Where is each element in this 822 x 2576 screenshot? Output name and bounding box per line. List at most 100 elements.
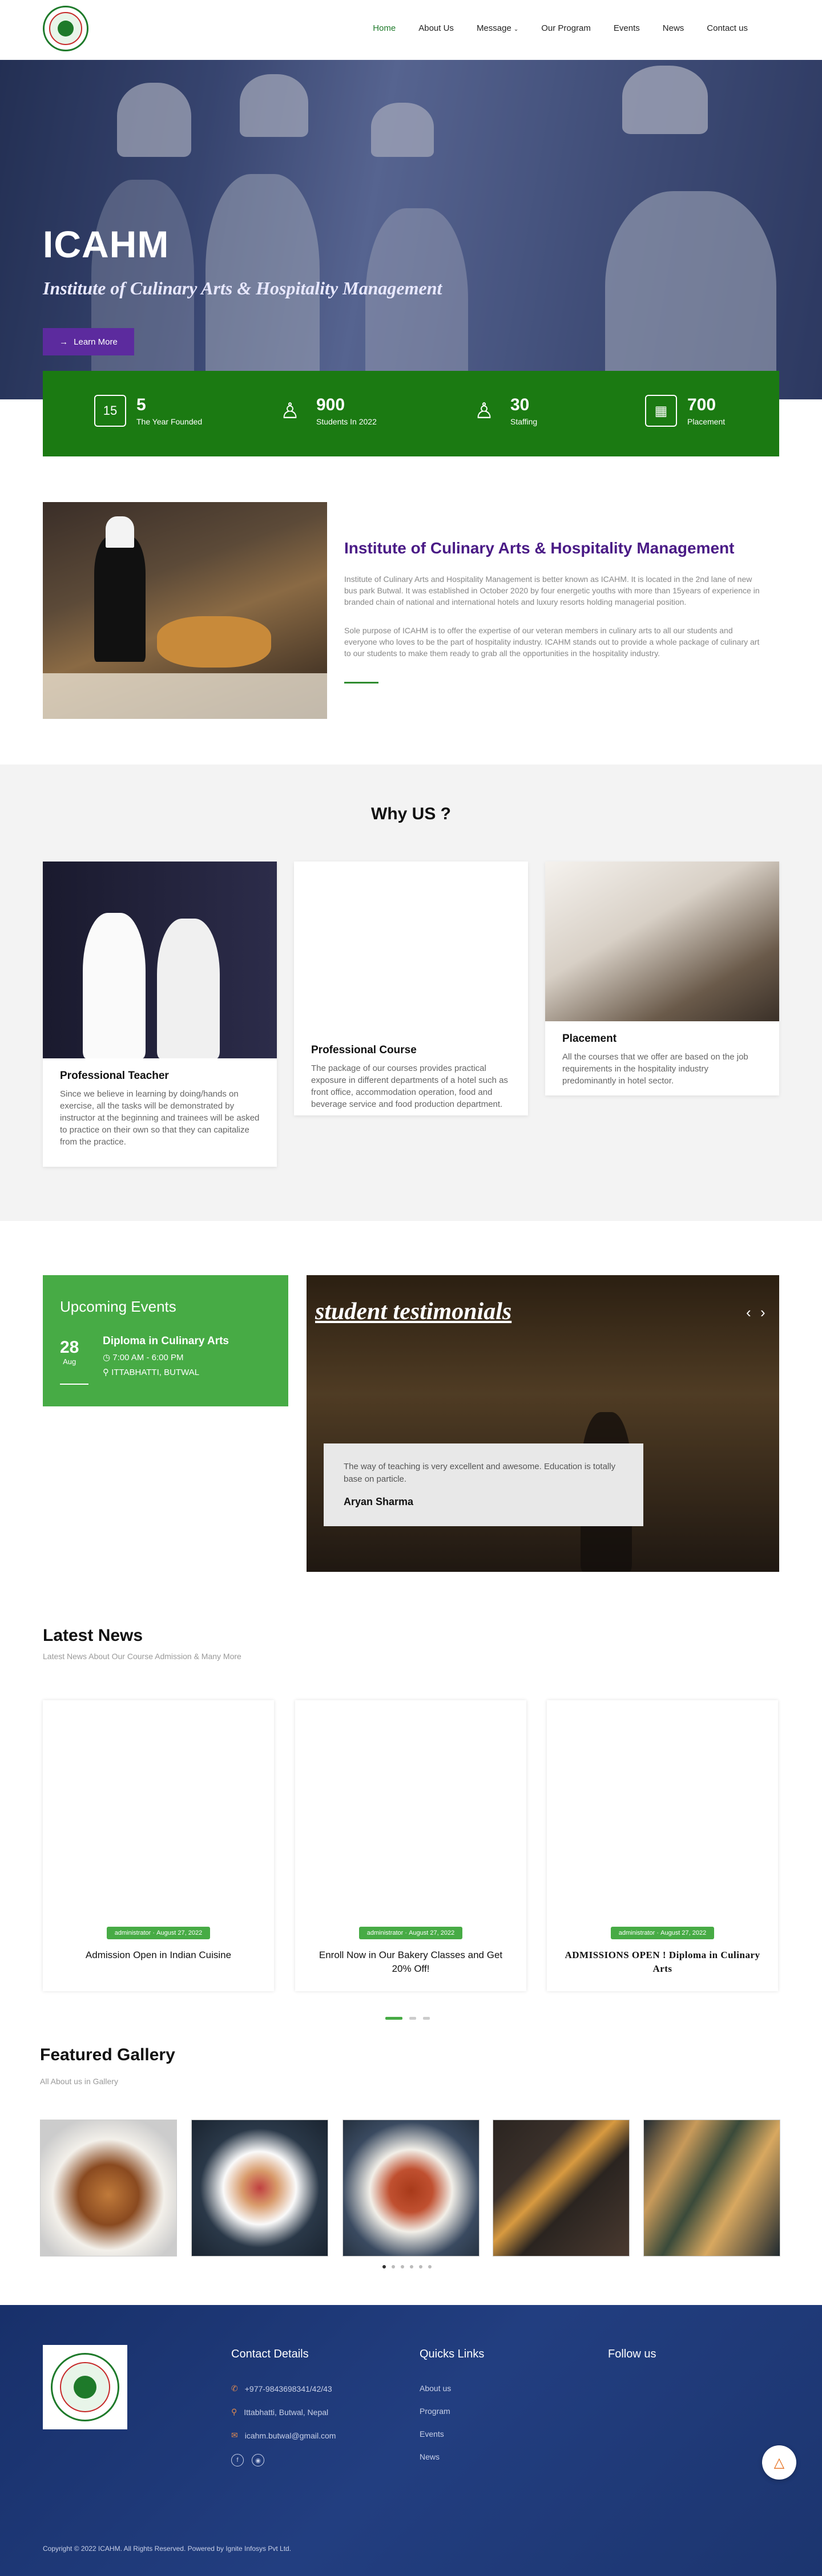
chevron-right-icon[interactable]: › bbox=[760, 1304, 765, 1321]
footer-logo-emblem bbox=[51, 2353, 119, 2421]
nav-home[interactable]: Home bbox=[361, 23, 407, 33]
scroll-to-top-button[interactable]: △ bbox=[762, 2445, 796, 2480]
map-pin-icon: ⚲ bbox=[103, 1368, 112, 1377]
nav-events[interactable]: Events bbox=[602, 23, 651, 33]
footer-link-about[interactable]: About us bbox=[420, 2384, 484, 2393]
news-pagination bbox=[385, 2017, 430, 2020]
news-meta-badge: administrator · August 27, 2022 bbox=[106, 1927, 211, 1939]
testimonial-card: The way of teaching is very excellent an… bbox=[324, 1443, 643, 1526]
pagination-dot[interactable] bbox=[428, 2265, 432, 2268]
staff-icon: ♙ bbox=[474, 399, 494, 423]
event-month: Aug bbox=[63, 1357, 76, 1366]
gallery-pagination bbox=[382, 2265, 432, 2268]
map-pin-icon: ⚲ bbox=[231, 2407, 237, 2416]
testimonial-heading: student testimonials bbox=[315, 1299, 512, 1325]
gallery-image[interactable] bbox=[342, 2120, 480, 2256]
gallery-image[interactable] bbox=[191, 2120, 328, 2256]
pagination-dot[interactable] bbox=[423, 2017, 430, 2020]
pagination-dot[interactable] bbox=[410, 2265, 413, 2268]
news-author: administrator bbox=[366, 1930, 404, 1936]
instagram-icon[interactable]: ◉ bbox=[252, 2454, 264, 2466]
news-section: Latest News Latest News About Our Course… bbox=[0, 1626, 822, 2031]
footer-quick-links: Quicks Links About us Program Events New… bbox=[420, 2348, 484, 2475]
photo-chef-figure bbox=[94, 536, 146, 662]
footer-heading: Contact Details bbox=[231, 2348, 309, 2360]
students-icon: ♙ bbox=[280, 399, 300, 423]
hero-title: ICAHM bbox=[43, 223, 170, 265]
news-title[interactable]: Enroll Now in Our Bakery Classes and Get… bbox=[309, 1948, 512, 1976]
stat-staffing: ♙ 30 Staffing bbox=[468, 395, 537, 427]
facebook-icon[interactable]: f bbox=[231, 2454, 244, 2466]
stat-placement: ▦ 700 Placement bbox=[645, 395, 725, 427]
upcoming-events: Upcoming Events 28 Aug Diploma in Culinar… bbox=[43, 1275, 288, 1406]
gallery-image[interactable] bbox=[493, 2120, 630, 2256]
news-title[interactable]: Admission Open in Indian Cuisine bbox=[57, 1948, 260, 1962]
nav-news[interactable]: News bbox=[651, 23, 696, 33]
gallery-image[interactable] bbox=[643, 2120, 780, 2256]
event-time: ◷ 7:00 AM - 6:00 PM bbox=[103, 1352, 229, 1362]
footer-phone[interactable]: ✆ +977-9843698341/42/43 bbox=[231, 2384, 336, 2393]
section-title: Why US ? bbox=[371, 804, 451, 823]
why-card: Placement All the courses that we offer … bbox=[545, 862, 779, 1095]
about-paragraph-1: Institute of Culinary Arts and Hospitali… bbox=[344, 575, 760, 606]
news-title[interactable]: ADMISSIONS OPEN ! Diploma in Culinary Ar… bbox=[561, 1948, 764, 1976]
arrow-up-icon: △ bbox=[773, 2454, 785, 2470]
news-card[interactable]: administrator · August 27, 2022 Admissio… bbox=[43, 1700, 274, 1991]
stat-number: 30 bbox=[510, 395, 530, 414]
footer-phone-text: +977-9843698341/42/43 bbox=[244, 2384, 332, 2393]
footer-email[interactable]: ✉ icahm.butwal@gmail.com bbox=[231, 2431, 336, 2440]
news-card[interactable]: administrator · August 27, 2022 ADMISSIO… bbox=[547, 1700, 778, 1991]
card-text: Since we believe in learning by doing/ha… bbox=[60, 1089, 260, 1147]
nav-program[interactable]: Our Program bbox=[530, 23, 602, 33]
why-card: Professional Teacher Since we believe in… bbox=[43, 862, 277, 1167]
nav-contact[interactable]: Contact us bbox=[695, 23, 759, 33]
event-info[interactable]: Diploma in Culinary Arts ◷ 7:00 AM - 6:0… bbox=[103, 1335, 229, 1377]
about-section: Institute of Culinary Arts & Hospitality… bbox=[0, 502, 822, 719]
pagination-dot[interactable] bbox=[392, 2265, 395, 2268]
nav-message[interactable]: Message ⌄ bbox=[465, 23, 530, 33]
footer-heading: Follow us bbox=[608, 2348, 656, 2360]
footer-link-news[interactable]: News bbox=[420, 2452, 484, 2461]
phone-icon: ✆ bbox=[231, 2384, 238, 2393]
footer-logo bbox=[43, 2345, 127, 2429]
pagination-dot-active[interactable] bbox=[385, 2017, 402, 2020]
chevron-left-icon[interactable]: ‹ bbox=[746, 1304, 751, 1321]
card-text: All the courses that we offer are based … bbox=[562, 1052, 748, 1086]
footer-link-program[interactable]: Program bbox=[420, 2407, 484, 2416]
divider bbox=[60, 1384, 88, 1385]
testimonial-slider: student testimonials ‹ › The way of teac… bbox=[307, 1275, 779, 1572]
pagination-dot-active[interactable] bbox=[382, 2265, 386, 2268]
event-day: 28 bbox=[60, 1338, 79, 1357]
mail-icon: ✉ bbox=[231, 2431, 238, 2440]
stats-bar: 15 5 The Year Founded ♙ 900 Students In 20… bbox=[43, 371, 779, 456]
stat-label: Students In 2022 bbox=[316, 417, 377, 426]
gallery-image[interactable] bbox=[40, 2120, 177, 2256]
footer-address: ⚲ Ittabhatti, Butwal, Nepal bbox=[231, 2407, 336, 2417]
pagination-dot[interactable] bbox=[409, 2017, 416, 2020]
event-title[interactable]: Diploma in Culinary Arts bbox=[103, 1335, 229, 1348]
calendar-icon-number: 15 bbox=[103, 403, 118, 418]
learn-more-button[interactable]: → Learn More bbox=[43, 328, 134, 355]
event-time-label: 7:00 AM - 6:00 PM bbox=[112, 1353, 184, 1362]
photo-table bbox=[43, 673, 327, 719]
pagination-dot[interactable] bbox=[419, 2265, 422, 2268]
news-meta: administrator · August 27, 2022 bbox=[547, 1927, 778, 1939]
site-logo[interactable] bbox=[43, 6, 88, 51]
nav-about[interactable]: About Us bbox=[407, 23, 465, 33]
card-text: The package of our courses provides prac… bbox=[311, 1063, 508, 1109]
photo-chef bbox=[83, 913, 146, 1058]
news-meta-badge: administrator · August 27, 2022 bbox=[358, 1927, 463, 1939]
stat-number: 5 bbox=[136, 395, 146, 414]
footer-link-events[interactable]: Events bbox=[420, 2429, 484, 2438]
news-card[interactable]: administrator · August 27, 2022 Enroll N… bbox=[295, 1700, 526, 1991]
calendar-icon: 15 bbox=[94, 395, 126, 427]
section-subtitle: All About us in Gallery bbox=[40, 2077, 118, 2086]
events-section: Upcoming Events 28 Aug Diploma in Culinar… bbox=[0, 1275, 822, 1572]
news-date: August 27, 2022 bbox=[156, 1930, 203, 1936]
stat-students: ♙ 900 Students In 2022 bbox=[274, 395, 377, 427]
card-photo bbox=[545, 862, 779, 1021]
learn-more-label: Learn More bbox=[74, 337, 118, 347]
hero-banner: ICAHM Institute of Culinary Arts & Hospi… bbox=[0, 60, 822, 399]
pagination-dot[interactable] bbox=[401, 2265, 404, 2268]
about-photo bbox=[43, 502, 327, 719]
